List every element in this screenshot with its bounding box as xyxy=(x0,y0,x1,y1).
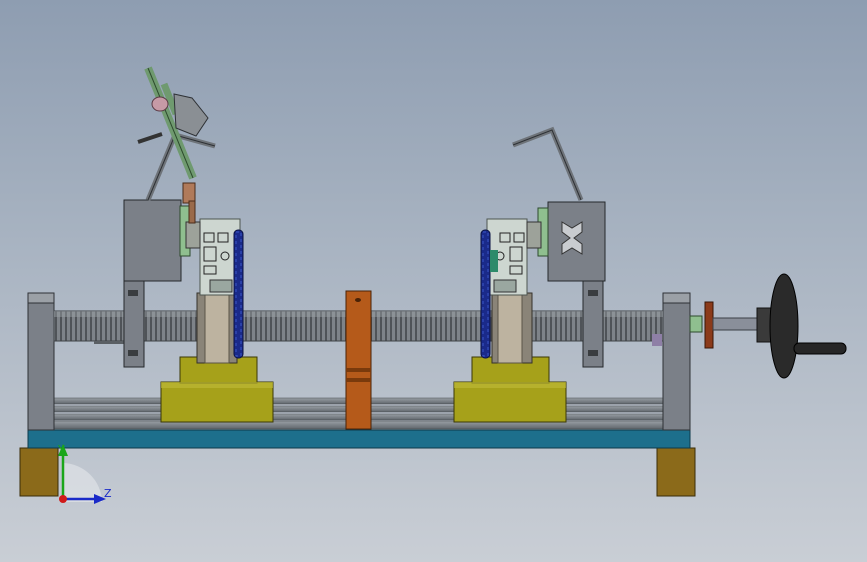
belt-right xyxy=(480,229,491,359)
foot-right xyxy=(656,447,696,497)
handwheel[interactable] xyxy=(769,273,799,379)
belt-left xyxy=(233,229,244,359)
pillar-left xyxy=(27,292,55,431)
side-plate-left xyxy=(123,199,182,282)
x-axis-origin xyxy=(59,495,67,503)
foot-left xyxy=(19,447,59,497)
coordinate-triad: Y Z xyxy=(57,443,112,504)
carriage-left xyxy=(123,66,274,423)
pillar-right xyxy=(662,292,691,431)
handwheel-handle[interactable] xyxy=(793,342,847,355)
cad-viewport[interactable]: Y Z xyxy=(0,0,867,562)
carriage-right xyxy=(453,126,606,423)
y-axis-label: Y xyxy=(57,443,65,456)
base-plate xyxy=(27,429,691,449)
z-axis-label: Z xyxy=(104,487,112,500)
center-post xyxy=(345,290,372,430)
